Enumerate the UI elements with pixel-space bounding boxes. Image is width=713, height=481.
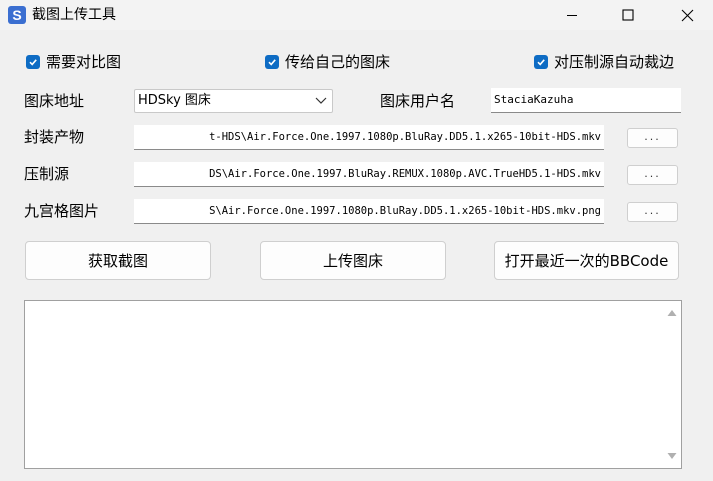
encode-output-label: 封装产物 bbox=[24, 128, 85, 146]
host-select-value: HDSky 图床 bbox=[138, 93, 211, 108]
bbcode-output-area[interactable] bbox=[24, 300, 682, 469]
need-compare-checkbox[interactable] bbox=[26, 55, 40, 69]
check-icon bbox=[29, 59, 37, 66]
host-select[interactable]: HDSky 图床 bbox=[134, 89, 333, 113]
close-icon bbox=[681, 9, 693, 21]
grid-image-input[interactable]: S\Air.Force.One.1997.1080p.BluRay.DD5.1.… bbox=[134, 199, 604, 224]
grid-image-browse-button[interactable]: ... bbox=[627, 202, 678, 222]
source-input[interactable]: DS\Air.Force.One.1997.BluRay.REMUX.1080p… bbox=[134, 162, 604, 187]
source-browse-button[interactable]: ... bbox=[627, 165, 678, 185]
window-title: 截图上传工具 bbox=[32, 7, 116, 23]
host-user-input[interactable]: StaciaKazuha bbox=[491, 88, 681, 113]
maximize-button[interactable] bbox=[605, 0, 651, 30]
upload-own-host-label: 传给自己的图床 bbox=[285, 53, 391, 71]
grid-image-path: S\Air.Force.One.1997.1080p.BluRay.DD5.1.… bbox=[209, 205, 601, 217]
host-user-label: 图床用户名 bbox=[380, 92, 456, 110]
title-bar: S 截图上传工具 bbox=[0, 0, 713, 30]
source-label: 压制源 bbox=[24, 165, 70, 183]
upload-own-host-checkbox[interactable] bbox=[265, 55, 279, 69]
vertical-scrollbar[interactable] bbox=[665, 303, 679, 466]
upload-image-host-button[interactable]: 上传图床 bbox=[260, 241, 446, 280]
app-icon: S bbox=[8, 6, 26, 24]
capture-screenshot-button[interactable]: 获取截图 bbox=[25, 241, 211, 280]
host-user-value: StaciaKazuha bbox=[494, 93, 574, 106]
encode-output-input[interactable]: t-HDS\Air.Force.One.1997.1080p.BluRay.DD… bbox=[134, 125, 604, 150]
need-compare-option[interactable]: 需要对比图 bbox=[26, 52, 121, 72]
open-bbcode-button[interactable]: 打开最近一次的BBCode bbox=[494, 241, 679, 280]
chevron-down-icon bbox=[315, 97, 327, 104]
encode-output-path: t-HDS\Air.Force.One.1997.1080p.BluRay.DD… bbox=[209, 131, 601, 143]
close-button[interactable] bbox=[664, 0, 710, 30]
maximize-icon bbox=[622, 9, 634, 21]
host-label: 图床地址 bbox=[24, 92, 85, 110]
encode-output-browse-button[interactable]: ... bbox=[627, 128, 678, 148]
need-compare-label: 需要对比图 bbox=[46, 53, 122, 71]
minimize-button[interactable] bbox=[549, 0, 595, 30]
check-icon bbox=[537, 59, 545, 66]
upload-own-host-option[interactable]: 传给自己的图床 bbox=[265, 52, 390, 72]
scroll-up-icon[interactable] bbox=[667, 309, 677, 317]
grid-image-label: 九宫格图片 bbox=[24, 202, 100, 220]
check-icon bbox=[268, 59, 276, 66]
auto-crop-label: 对压制源自动裁边 bbox=[554, 53, 675, 71]
source-path: DS\Air.Force.One.1997.BluRay.REMUX.1080p… bbox=[209, 168, 601, 180]
auto-crop-checkbox[interactable] bbox=[534, 55, 548, 69]
scroll-down-icon[interactable] bbox=[667, 452, 677, 460]
minimize-icon bbox=[567, 15, 577, 16]
auto-crop-option[interactable]: 对压制源自动裁边 bbox=[534, 52, 674, 72]
